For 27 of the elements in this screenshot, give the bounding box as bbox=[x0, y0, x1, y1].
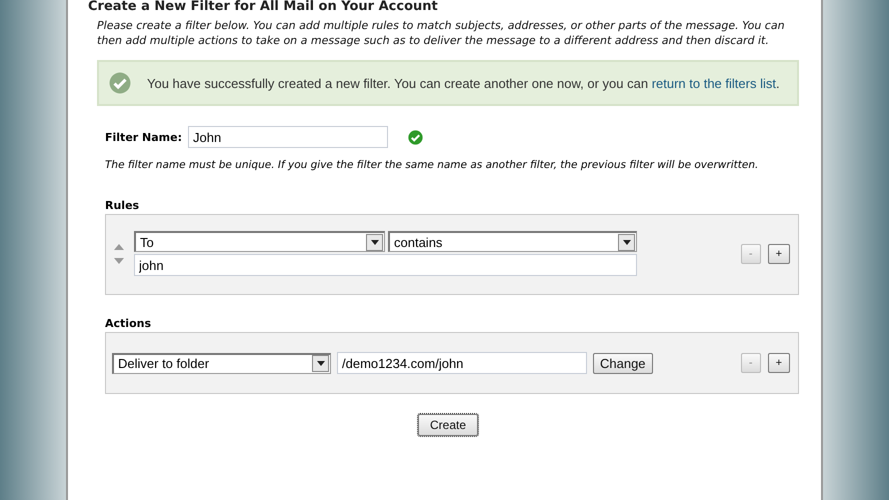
name-hint: The filter name must be unique. If you give the filter the same name as another filter, the previous filter will be overwritten. bbox=[105, 158, 760, 173]
actions-title: Actions bbox=[105, 317, 152, 330]
field-select[interactable]: To bbox=[134, 231, 385, 252]
create-button[interactable]: Create bbox=[418, 414, 478, 436]
filter-name-field[interactable]: John bbox=[188, 126, 388, 148]
change-button[interactable]: Change bbox=[593, 352, 653, 374]
dropdown-button[interactable] bbox=[618, 234, 635, 250]
dropdown-button[interactable] bbox=[366, 234, 383, 250]
caret-icon bbox=[370, 240, 378, 244]
caret-icon bbox=[622, 240, 630, 244]
action-select[interactable]: Deliver to folder bbox=[112, 352, 331, 374]
add-button[interactable]: + bbox=[768, 353, 790, 373]
rule-value-field[interactable]: john bbox=[134, 254, 637, 276]
intro-text: Please create a filter below. You can add multiple rules to match subjects, addresses, or other parts of the message. You can then add multiple actions to take on a message such as to deliver the message to a different address and then discard it. bbox=[97, 18, 786, 48]
page-heading: Create a New Filter for All Mail on Your Account bbox=[88, 0, 439, 14]
filter-name-label: Filter Name: bbox=[105, 130, 182, 144]
filters-list-link[interactable]: return to the filters list bbox=[652, 76, 776, 90]
dropdown-button[interactable] bbox=[312, 355, 329, 372]
check-icon bbox=[109, 72, 131, 94]
folder-field[interactable]: /demo1234.com/john bbox=[337, 352, 587, 374]
operator-select[interactable]: contains bbox=[388, 231, 637, 252]
add-button[interactable]: + bbox=[768, 244, 790, 264]
caret-icon bbox=[316, 361, 324, 366]
rules-title: Rules bbox=[105, 199, 140, 212]
move-down-icon[interactable] bbox=[114, 258, 124, 264]
move-up-icon[interactable] bbox=[114, 244, 124, 250]
notice-text: You have successfully created a new filter. You can create another one now, or you can return to the filters list. bbox=[147, 76, 780, 90]
